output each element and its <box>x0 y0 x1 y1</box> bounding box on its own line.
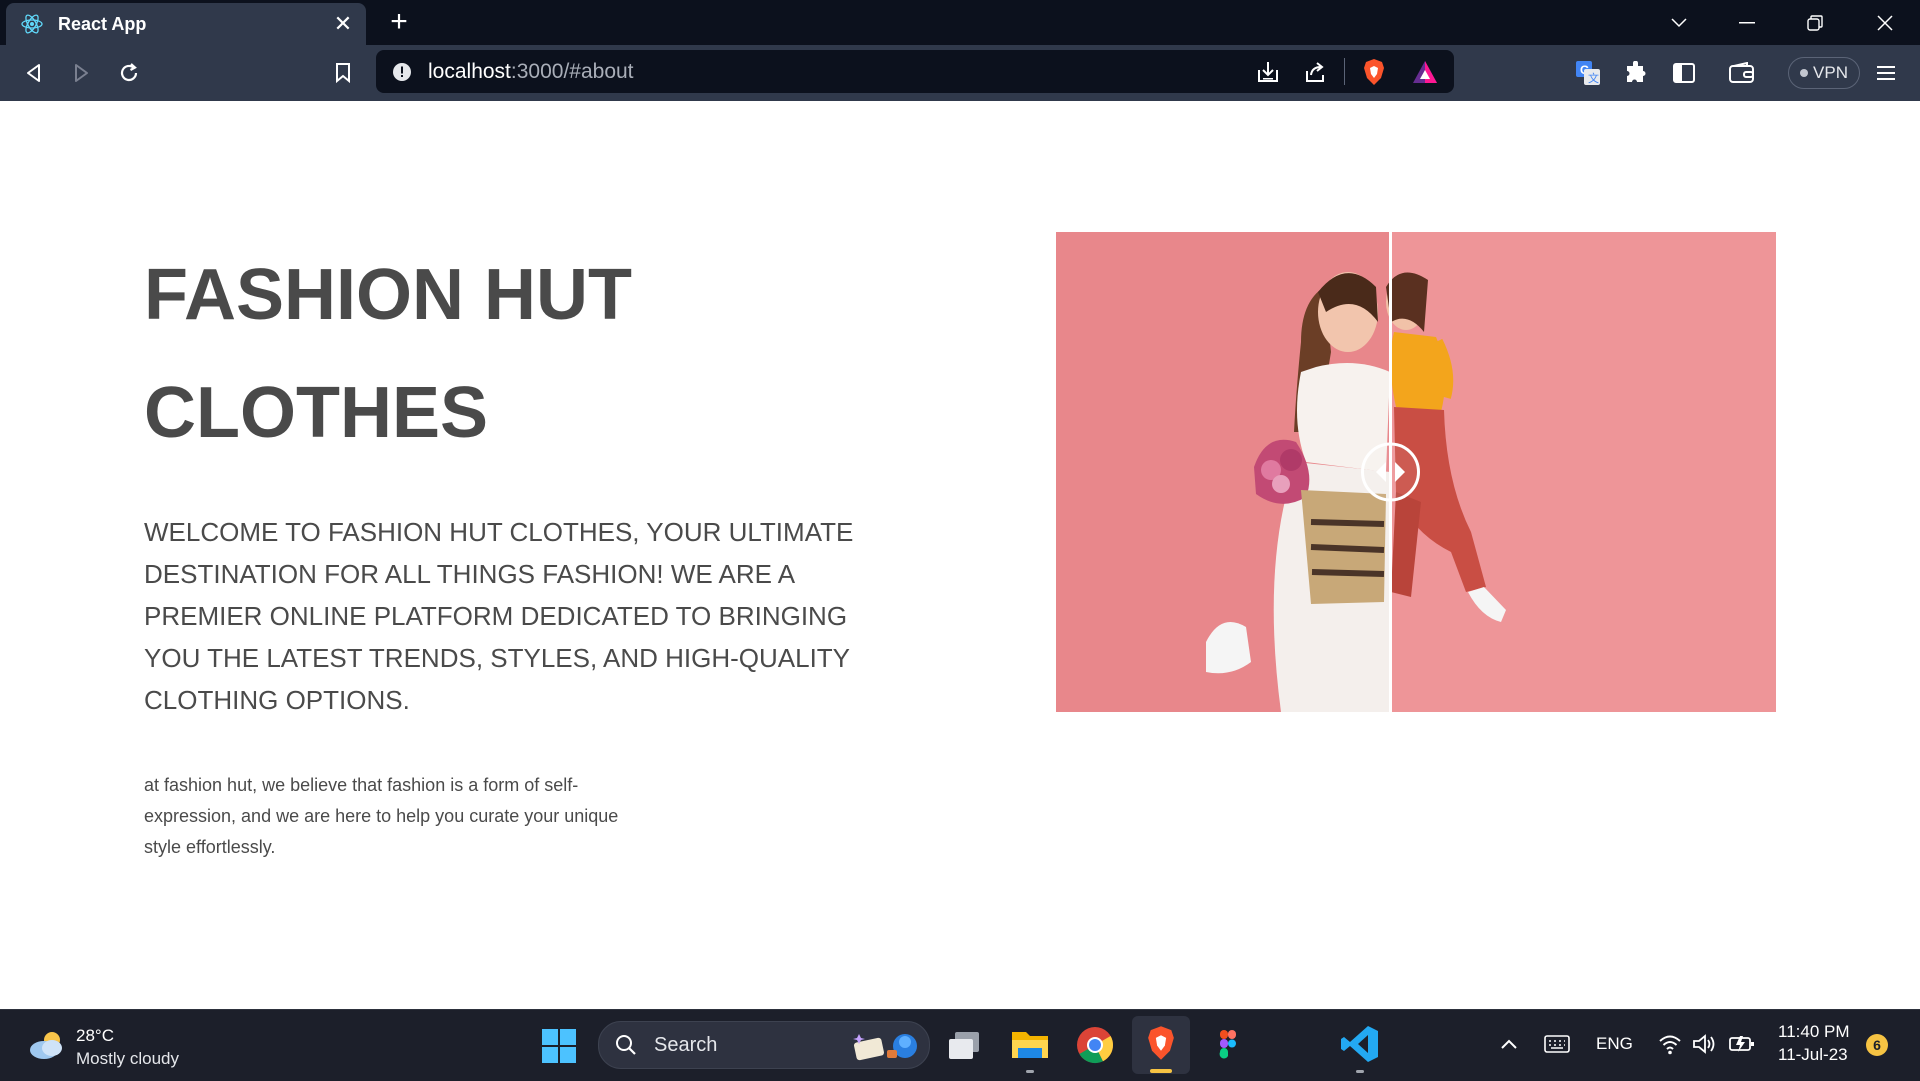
url-text: localhost:3000/#about <box>428 60 634 83</box>
wallet-icon[interactable] <box>1727 58 1757 88</box>
browser-toolbar: localhost:3000/#about G文 VPN <box>0 45 1920 101</box>
sidebar-icon[interactable] <box>1669 58 1699 88</box>
brave-taskbar-app[interactable] <box>1132 1016 1190 1074</box>
chevron-up-icon[interactable] <box>1500 1038 1518 1050</box>
brave-rewards-icon[interactable] <box>1412 60 1438 84</box>
file-explorer-app[interactable] <box>1010 1024 1050 1074</box>
windows-taskbar: 28°C Mostly cloudy Search ENG 11:40 PM 1… <box>0 1009 1920 1081</box>
share-icon[interactable] <box>1304 61 1328 83</box>
volume-icon[interactable] <box>1692 1033 1716 1055</box>
cloudy-weather-icon <box>30 1032 62 1059</box>
chrome-icon[interactable] <box>1076 1026 1114 1064</box>
tab-strip: React App ✕ + <box>0 0 1920 45</box>
new-tab-button[interactable]: + <box>384 7 414 38</box>
minimize-icon[interactable] <box>1732 8 1762 38</box>
page-title: FASHION HUT CLOTHES <box>144 236 844 472</box>
title-line-2: CLOTHES <box>144 373 489 453</box>
vpn-label: VPN <box>1813 63 1848 82</box>
bookmark-icon[interactable] <box>328 58 358 88</box>
reload-icon[interactable] <box>114 58 144 88</box>
site-info-icon[interactable] <box>392 62 412 82</box>
task-view-icon[interactable] <box>946 1030 982 1062</box>
divider <box>1344 58 1345 85</box>
clock-time[interactable]: 11:40 PM <box>1778 1022 1850 1042</box>
active-indicator <box>1150 1069 1172 1073</box>
translate-icon[interactable]: G文 <box>1573 58 1603 88</box>
brave-icon <box>1148 1026 1174 1060</box>
wifi-icon[interactable] <box>1658 1033 1682 1055</box>
extensions-icon[interactable] <box>1621 58 1651 88</box>
notification-badge[interactable]: 6 <box>1866 1034 1888 1056</box>
browser-tab[interactable]: React App ✕ <box>6 3 366 45</box>
weather-widget[interactable]: 28°C Mostly cloudy <box>24 1024 204 1070</box>
vscode-taskbar-app[interactable] <box>1340 1024 1380 1074</box>
search-label: Search <box>654 1034 718 1056</box>
running-indicator <box>1356 1070 1364 1073</box>
windows-start-icon[interactable] <box>541 1028 577 1064</box>
clock-date[interactable]: 11-Jul-23 <box>1778 1045 1848 1065</box>
before-after-image-comparison[interactable] <box>1056 232 1776 712</box>
close-window-icon[interactable] <box>1870 8 1900 38</box>
install-app-icon[interactable] <box>1256 61 1280 83</box>
figma-icon[interactable] <box>1218 1028 1238 1060</box>
running-indicator <box>1026 1070 1034 1073</box>
battery-charging-icon[interactable] <box>1728 1032 1756 1054</box>
notification-count: 6 <box>1873 1037 1881 1053</box>
search-highlight-icon <box>853 1034 917 1061</box>
react-icon <box>21 14 43 34</box>
back-icon[interactable] <box>19 58 49 88</box>
brave-shields-icon[interactable] <box>1362 58 1386 86</box>
body-paragraph: at fashion hut, we believe that fashion … <box>144 775 619 857</box>
intro-paragraph: WELCOME TO FASHION HUT CLOTHES, YOUR ULT… <box>144 517 854 715</box>
tab-search-chevron-icon[interactable] <box>1664 8 1694 38</box>
title-line-1: FASHION HUT <box>144 255 633 335</box>
address-bar[interactable]: localhost:3000/#about <box>376 50 1454 93</box>
weather-temp: 28°C <box>76 1026 114 1045</box>
svg-text:文: 文 <box>1588 71 1599 85</box>
restore-icon[interactable] <box>1800 8 1830 38</box>
comparison-slider-handle[interactable] <box>1361 442 1420 502</box>
forward-icon[interactable] <box>66 58 96 88</box>
vscode-icon <box>1341 1026 1378 1062</box>
input-language[interactable]: ENG <box>1596 1034 1633 1054</box>
page-content: FASHION HUT CLOTHES WELCOME TO FASHION H… <box>0 101 1920 1009</box>
tab-title: React App <box>58 13 147 34</box>
keyboard-icon[interactable] <box>1544 1034 1570 1054</box>
file-explorer-icon <box>1012 1032 1048 1058</box>
weather-description: Mostly cloudy <box>76 1049 179 1068</box>
search-icon <box>616 1035 636 1055</box>
menu-icon[interactable] <box>1871 58 1901 88</box>
vpn-status-dot <box>1800 69 1809 77</box>
taskbar-search[interactable]: Search <box>598 1021 930 1069</box>
vpn-button[interactable]: VPN <box>1788 57 1860 89</box>
comparison-photo <box>1056 232 1776 712</box>
close-tab-icon[interactable]: ✕ <box>328 11 358 37</box>
